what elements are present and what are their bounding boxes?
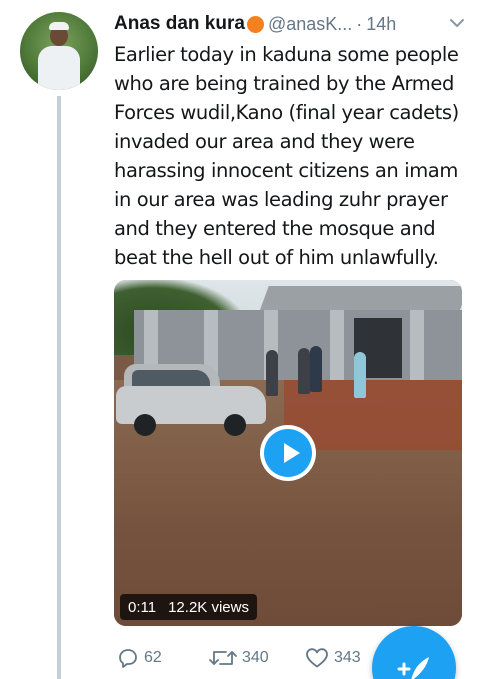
retweet-icon (209, 651, 237, 665)
compose-tweet-icon (397, 657, 429, 679)
tweet-text-line: Forces wudil,Kano (final year cadets) (114, 101, 459, 124)
author-handle[interactable]: @anasK... (268, 14, 352, 35)
retweet-count: 340 (242, 649, 269, 666)
chevron-down-icon[interactable] (448, 14, 466, 32)
retweet-button[interactable]: 340 (208, 644, 269, 672)
wall-pillar (410, 310, 424, 380)
reply-button[interactable]: 62 (116, 644, 162, 672)
tweet-text-line: in our area was leading zuhr prayer (114, 188, 448, 211)
like-count: 343 (334, 649, 361, 666)
video-duration: 0:11 (128, 598, 157, 616)
tweet-text-line: Earlier today in kaduna some people (114, 43, 459, 66)
avatar[interactable] (20, 12, 98, 90)
avatar-figure-robe (38, 46, 80, 90)
like-button[interactable]: 343 (304, 644, 361, 672)
tweet-text-line: invaded our area and they were (114, 130, 415, 153)
play-triangle (284, 443, 300, 463)
video-scene-person (298, 348, 310, 394)
author-name[interactable]: Anas dan kura (114, 13, 245, 35)
play-icon (264, 429, 312, 477)
heart-icon (306, 648, 328, 668)
video-scene-car (116, 364, 266, 436)
tweet-text-line: beat the hell out of him unlawfully. (114, 246, 439, 269)
video-scene-person (310, 346, 322, 392)
orange-circle-emoji-icon (246, 15, 264, 33)
reply-icon (119, 649, 137, 668)
avatar-figure-cap (49, 22, 69, 30)
video-scene-person (266, 350, 278, 396)
wall-pillar (330, 310, 344, 380)
header-separator: · (356, 13, 363, 34)
video-scene-roof (259, 286, 462, 312)
tweet-timestamp[interactable]: 14h (366, 14, 396, 35)
video-info-badge: 0:11 12.2K views (120, 594, 257, 620)
tweet-text-line: harassing innocent citizens an imam (114, 159, 458, 182)
tweet-header: Anas dan kura @anasK... · 14h (114, 12, 470, 36)
thread-line (57, 96, 61, 679)
video-view-count: 12.2K views (168, 598, 249, 616)
car-wheel (224, 414, 246, 436)
tweet-text-line: and they entered the mosque and (114, 217, 436, 240)
tweet-text: Earlier today in kaduna some people who … (114, 40, 470, 272)
compose-tweet-button[interactable] (372, 626, 456, 679)
reply-count: 62 (144, 649, 162, 666)
video-scene-person (354, 352, 366, 398)
tweet-text-line: who are being trained by the Armed (114, 72, 454, 95)
car-wheel (134, 414, 156, 436)
play-button[interactable] (260, 425, 316, 481)
video-player[interactable]: 0:11 12.2K views (114, 280, 462, 626)
